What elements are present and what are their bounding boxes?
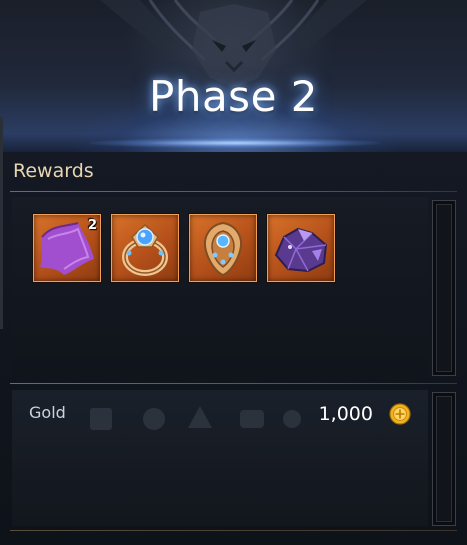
rewards-scrollbar[interactable] bbox=[432, 200, 456, 376]
reward-quantity: 2 bbox=[87, 218, 97, 233]
banner-glow bbox=[90, 138, 380, 148]
phase-title: Phase 2 bbox=[149, 72, 318, 121]
panel-left-edge bbox=[0, 117, 3, 329]
rewards-divider bbox=[10, 191, 457, 192]
gold-coin-icon bbox=[389, 403, 411, 425]
reward-slot-crystal[interactable] bbox=[267, 214, 335, 282]
rewards-scroll-thumb[interactable] bbox=[436, 204, 452, 372]
gold-amount: 1,000 bbox=[318, 403, 373, 425]
gem-ring-icon bbox=[122, 223, 168, 276]
gem-earring-icon bbox=[204, 221, 242, 277]
faded-category-icons bbox=[90, 406, 301, 430]
gold-label: Gold bbox=[29, 403, 66, 422]
gold-scroll-thumb[interactable] bbox=[436, 396, 452, 522]
bottom-divider bbox=[10, 530, 457, 531]
reward-slots: 2 bbox=[33, 214, 335, 282]
reward-slot-ring[interactable] bbox=[111, 214, 179, 282]
rewards-heading: Rewards bbox=[13, 160, 94, 182]
reward-slot-purple-cloth[interactable]: 2 bbox=[33, 214, 101, 282]
phase-banner: Phase 2 bbox=[0, 0, 467, 152]
amethyst-crystal-icon bbox=[274, 227, 328, 273]
gold-scrollbar[interactable] bbox=[432, 392, 456, 526]
reward-slot-earring[interactable] bbox=[189, 214, 257, 282]
gold-divider bbox=[10, 383, 457, 384]
